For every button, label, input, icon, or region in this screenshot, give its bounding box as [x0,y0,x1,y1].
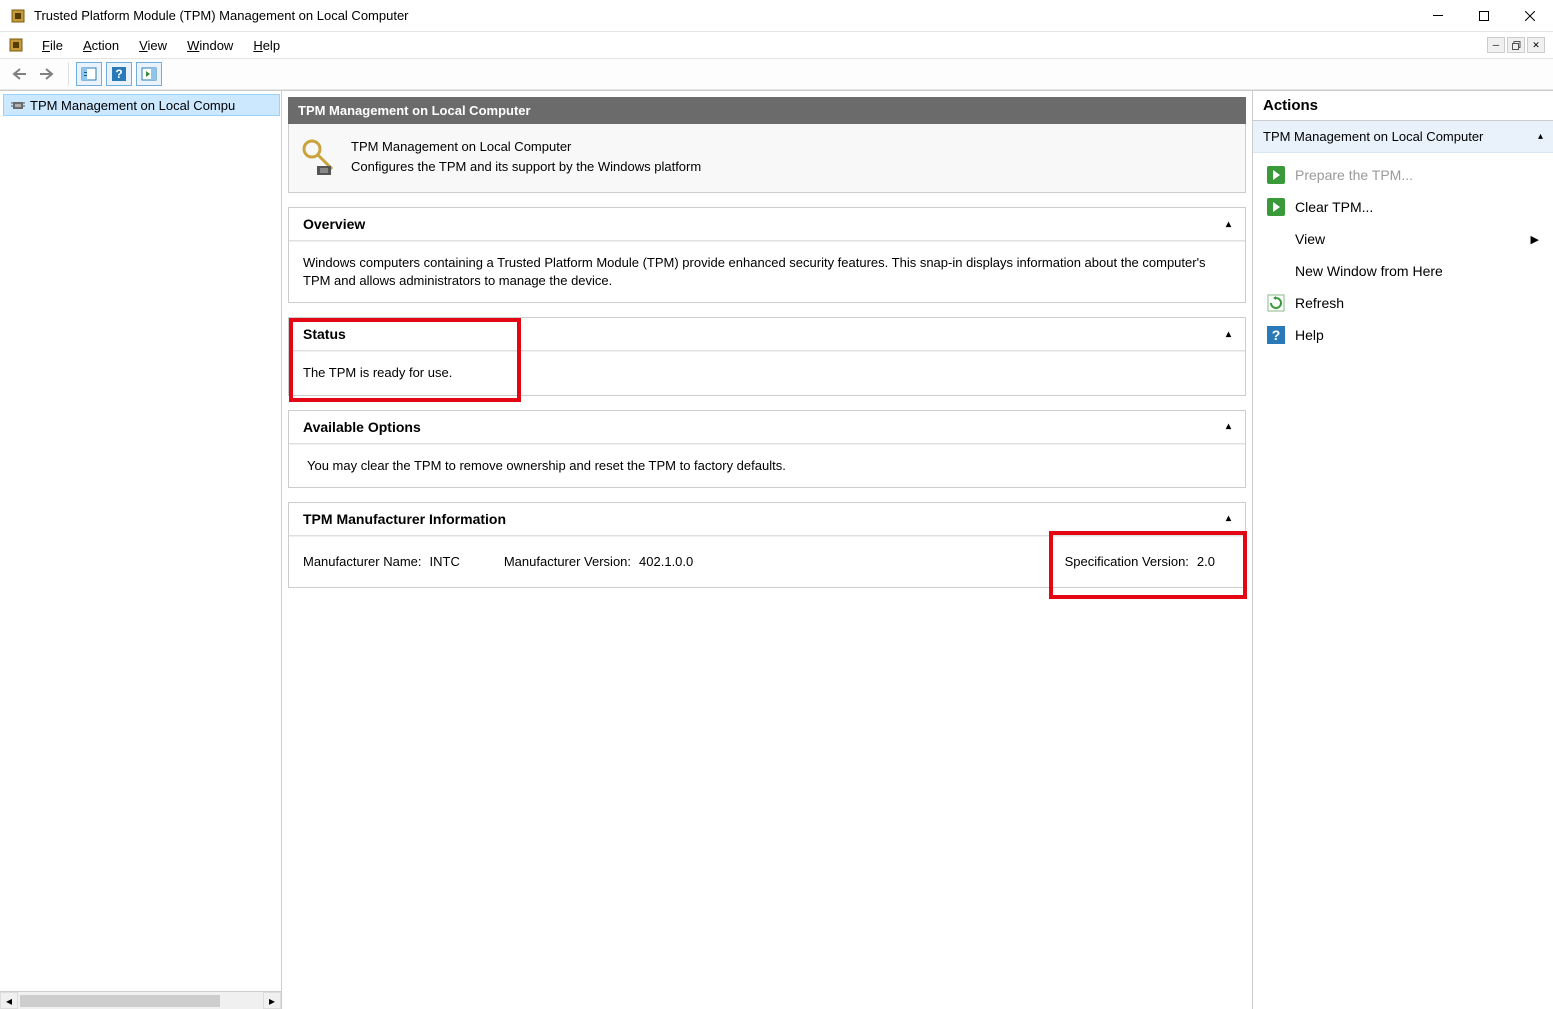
tree-pane: TPM Management on Local Compu ◂ ▸ [0,91,282,1009]
action-prepare-tpm[interactable]: Prepare the TPM... [1255,159,1551,191]
menu-help[interactable]: Help [243,35,290,56]
tree-hscrollbar[interactable]: ◂ ▸ [0,991,281,1009]
key-chip-icon [301,138,337,178]
action-help[interactable]: ? Help [1255,319,1551,351]
refresh-icon [1267,294,1285,312]
maximize-button[interactable] [1461,0,1507,31]
action-view[interactable]: View ▶ [1255,223,1551,255]
section-status-title: Status [303,326,346,342]
svg-text:?: ? [115,67,122,81]
content-pane: TPM Management on Local Computer TPM Man… [282,91,1253,1009]
section-status: Status ▴ The TPM is ready for use. [288,317,1246,395]
arrow-right-green-icon [1267,198,1285,216]
section-overview: Overview ▴ Windows computers containing … [288,207,1246,303]
menu-file[interactable]: File [32,35,73,56]
action-label: View [1295,231,1325,247]
section-overview-body: Windows computers containing a Trusted P… [289,241,1245,302]
section-options-header[interactable]: Available Options ▴ [289,411,1245,444]
section-overview-title: Overview [303,216,365,232]
actions-pane: Actions TPM Management on Local Computer… [1253,91,1553,1009]
specification-version-label: Specification Version: [1065,553,1189,571]
mdi-controls: ─ ✕ [1487,37,1545,53]
mdi-close-button[interactable]: ✕ [1527,37,1545,53]
show-hide-tree-button[interactable] [76,62,102,86]
intro-desc: Configures the TPM and its support by th… [351,158,701,176]
action-label: Prepare the TPM... [1295,167,1413,183]
scroll-thumb[interactable] [20,995,220,1007]
menu-view[interactable]: View [129,35,177,56]
section-options-title: Available Options [303,419,421,435]
collapse-icon: ▴ [1538,131,1543,142]
toolbar: ? [0,58,1553,90]
workspace: TPM Management on Local Compu ◂ ▸ TPM Ma… [0,90,1553,1009]
manufacturer-name-label: Manufacturer Name: [303,553,422,571]
action-refresh[interactable]: Refresh [1255,287,1551,319]
actions-subheader-label: TPM Management on Local Computer [1263,129,1483,144]
nav-back-button[interactable] [6,62,32,86]
manufacturer-version-value: 402.1.0.0 [639,553,693,571]
help-icon: ? [1267,326,1285,344]
manufacturer-name: Manufacturer Name: INTC [303,553,460,571]
menubar-app-icon [8,37,24,53]
action-label: New Window from Here [1295,263,1443,279]
collapse-icon: ▴ [1226,421,1231,432]
tree-item-tpm-root[interactable]: TPM Management on Local Compu [3,94,280,116]
mdi-minimize-button[interactable]: ─ [1487,37,1505,53]
window-titlebar: Trusted Platform Module (TPM) Management… [0,0,1553,32]
content-intro: TPM Management on Local Computer Configu… [288,124,1246,193]
scroll-right-button[interactable]: ▸ [263,992,281,1009]
nav-forward-button[interactable] [36,62,62,86]
section-manufacturer: TPM Manufacturer Information ▴ Manufactu… [288,502,1246,588]
menu-action[interactable]: Action [73,35,129,56]
tree: TPM Management on Local Compu [0,91,281,991]
collapse-icon: ▴ [1226,513,1231,524]
collapse-icon: ▴ [1226,329,1231,340]
section-manufacturer-body: Manufacturer Name: INTC Manufacturer Ver… [289,536,1245,587]
section-options-body: You may clear the TPM to remove ownershi… [289,444,1245,487]
blank-icon [1267,230,1285,248]
intro-text: TPM Management on Local Computer Configu… [351,138,701,175]
menu-window[interactable]: Window [177,35,243,56]
arrow-right-green-icon [1267,166,1285,184]
mdi-restore-button[interactable] [1507,37,1525,53]
section-manufacturer-header[interactable]: TPM Manufacturer Information ▴ [289,503,1245,536]
section-status-body: The TPM is ready for use. [289,351,1245,394]
close-button[interactable] [1507,0,1553,31]
content-header: TPM Management on Local Computer [288,97,1246,124]
specification-version-value: 2.0 [1197,553,1215,571]
action-label: Refresh [1295,295,1344,311]
manufacturer-row: Manufacturer Name: INTC Manufacturer Ver… [303,549,1231,575]
menubar: File Action View Window Help File Action… [0,32,1553,58]
action-label: Help [1295,327,1324,343]
section-manufacturer-title: TPM Manufacturer Information [303,511,506,527]
toolbar-separator [68,62,70,86]
blank-icon [1267,262,1285,280]
action-clear-tpm[interactable]: Clear TPM... [1255,191,1551,223]
show-hide-actions-button[interactable] [136,62,162,86]
action-new-window[interactable]: New Window from Here [1255,255,1551,287]
action-label: Clear TPM... [1295,199,1373,215]
actions-subheader[interactable]: TPM Management on Local Computer ▴ [1253,121,1553,153]
svg-text:?: ? [1272,327,1281,343]
submenu-arrow-icon: ▶ [1531,233,1539,246]
tpm-app-icon [10,8,26,24]
minimize-button[interactable] [1415,0,1461,31]
manufacturer-version: Manufacturer Version: 402.1.0.0 [504,553,693,571]
window-controls [1415,0,1553,31]
scroll-left-button[interactable]: ◂ [0,992,18,1009]
section-status-header[interactable]: Status ▴ [289,318,1245,351]
actions-header: Actions [1253,91,1553,121]
help-button[interactable]: ? [106,62,132,86]
intro-title: TPM Management on Local Computer [351,138,701,156]
collapse-icon: ▴ [1226,219,1231,230]
actions-list: Prepare the TPM... Clear TPM... View ▶ N… [1253,153,1553,357]
window-title: Trusted Platform Module (TPM) Management… [34,8,1415,23]
tree-item-label: TPM Management on Local Compu [30,98,235,113]
section-overview-header[interactable]: Overview ▴ [289,208,1245,241]
specification-version: Specification Version: 2.0 [1065,553,1231,571]
section-options: Available Options ▴ You may clear the TP… [288,410,1246,488]
manufacturer-name-value: INTC [430,553,460,571]
manufacturer-version-label: Manufacturer Version: [504,553,631,571]
tpm-chip-icon [10,97,26,113]
